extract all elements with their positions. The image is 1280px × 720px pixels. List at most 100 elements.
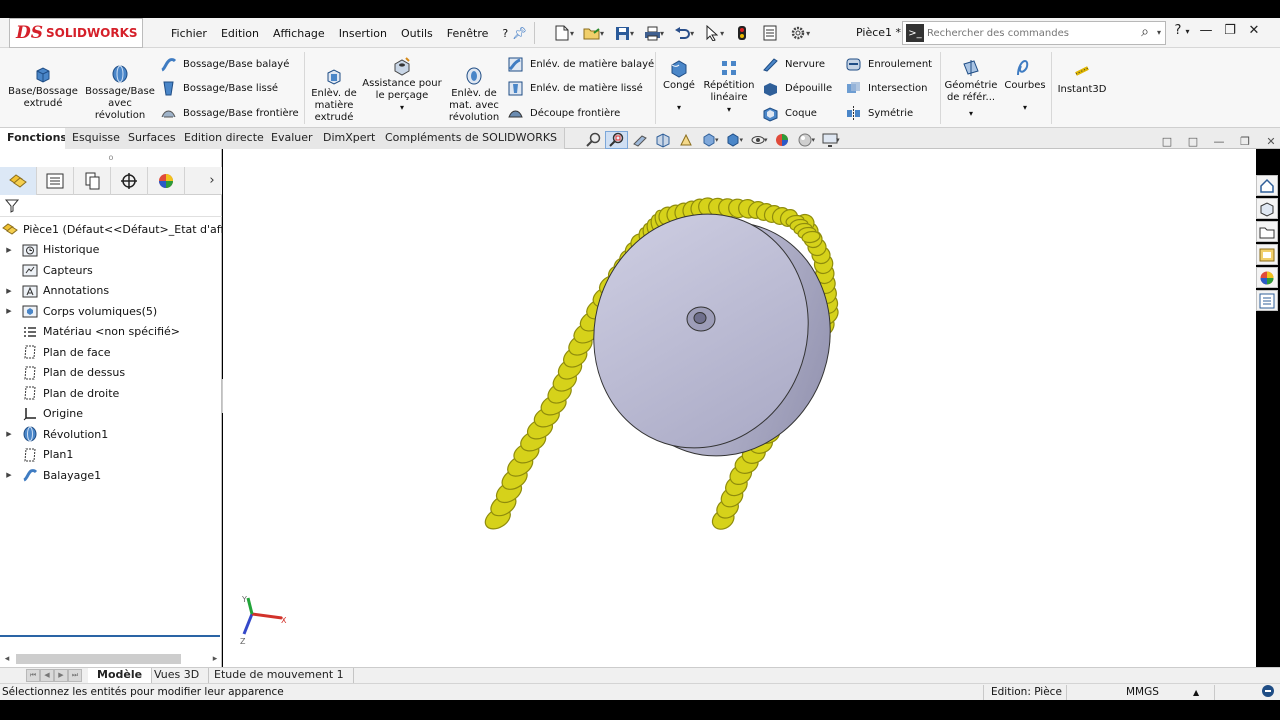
- expand-pane-icon[interactable]: □: [1154, 135, 1180, 148]
- previous-view-icon[interactable]: [628, 131, 651, 149]
- custom-properties-icon[interactable]: [1256, 290, 1278, 311]
- draft-button[interactable]: Dépouille: [762, 80, 832, 97]
- section-view-icon[interactable]: [651, 131, 674, 149]
- cut-revolve-button[interactable]: Enlèv. de mat. avec révolution: [446, 66, 502, 124]
- menu-insertion[interactable]: Insertion: [332, 27, 394, 40]
- tab-complements[interactable]: Compléments de SOLIDWORKS: [378, 128, 566, 149]
- sweep-boss-button[interactable]: Bossage/Base balayé: [160, 56, 289, 73]
- zoom-to-fit-icon[interactable]: [582, 131, 605, 149]
- intersect-button[interactable]: Intersection: [845, 80, 928, 97]
- hole-wizard-button[interactable]: Assistance pour le perçage ▾: [362, 56, 442, 114]
- tree-item[interactable]: Capteurs: [0, 260, 222, 281]
- viewport-restore-icon[interactable]: ❐: [1232, 135, 1258, 148]
- chevron-right-icon[interactable]: ›: [202, 167, 222, 194]
- chevron-down-icon[interactable]: ▾: [806, 29, 810, 38]
- chevron-down-icon[interactable]: ▾: [600, 29, 604, 38]
- configuration-manager-tab-icon[interactable]: [74, 167, 111, 195]
- revolve-boss-button[interactable]: Bossage/Base avec révolution: [84, 64, 156, 122]
- menu-fenetre[interactable]: Fenêtre: [440, 27, 496, 40]
- tree-item[interactable]: ▶ Corps volumiques(5): [0, 301, 222, 322]
- dynamic-annotation-icon[interactable]: [674, 131, 697, 149]
- model-scene[interactable]: [223, 149, 1256, 668]
- tree-item[interactable]: Matériau <non spécifié>: [0, 322, 222, 343]
- chevron-down-icon[interactable]: ▾: [944, 108, 998, 120]
- tree-item[interactable]: ▶ Historique: [0, 240, 222, 261]
- wrap-button[interactable]: Enroulement: [845, 56, 932, 73]
- tree-horizontal-scrollbar[interactable]: ◂ ▸: [0, 650, 222, 667]
- last-tab-icon[interactable]: ⏭: [68, 669, 82, 682]
- first-tab-icon[interactable]: ⏮: [26, 669, 40, 682]
- expand-arrow-icon[interactable]: ▶: [4, 430, 14, 438]
- chevron-down-icon[interactable]: ▾: [660, 102, 698, 114]
- menu-edition[interactable]: Edition: [214, 27, 266, 40]
- tree-item[interactable]: Origine: [0, 404, 222, 425]
- fillet-button[interactable]: Congé ▾: [660, 58, 698, 114]
- tab-edition-directe[interactable]: Edition directe: [177, 128, 272, 149]
- file-explorer-icon[interactable]: [1256, 221, 1278, 242]
- close-icon[interactable]: ✕: [1242, 23, 1266, 38]
- chevron-up-icon[interactable]: ▲: [1193, 688, 1199, 697]
- tab-modele[interactable]: Modèle: [88, 668, 153, 683]
- tree-item[interactable]: Plan1: [0, 445, 222, 466]
- scroll-thumb[interactable]: [16, 653, 181, 664]
- filter-icon[interactable]: [4, 198, 20, 214]
- next-tab-icon[interactable]: ▶: [54, 669, 68, 682]
- chevron-down-icon[interactable]: ▾: [362, 102, 442, 114]
- property-manager-tab-icon[interactable]: [37, 167, 74, 195]
- pin-menu-icon[interactable]: 📌︎: [512, 26, 527, 40]
- chevron-down-icon[interactable]: ▾: [764, 136, 768, 144]
- shell-button[interactable]: Coque: [762, 105, 817, 122]
- reference-geometry-button[interactable]: Géométrie de référ... ▾: [944, 58, 998, 120]
- tab-surfaces[interactable]: Surfaces: [121, 128, 184, 149]
- expand-arrow-icon[interactable]: ▶: [4, 246, 14, 254]
- chevron-down-icon[interactable]: ▾: [1186, 27, 1190, 36]
- expand-arrow-icon[interactable]: ▶: [4, 471, 14, 479]
- scroll-right-icon[interactable]: ▸: [208, 654, 222, 664]
- mirror-button[interactable]: Symétrie: [845, 105, 913, 122]
- tree-root-part[interactable]: Pièce1 (Défaut<<Défaut>_Etat d'afficha: [0, 219, 247, 240]
- split-pane-icon[interactable]: □: [1180, 135, 1206, 148]
- tree-item[interactable]: ▶ Balayage1: [0, 465, 222, 486]
- scroll-left-icon[interactable]: ◂: [0, 654, 14, 664]
- chevron-down-icon[interactable]: ▾: [700, 104, 758, 116]
- chevron-down-icon[interactable]: ▾: [715, 136, 719, 144]
- tab-esquisse[interactable]: Esquisse: [65, 128, 128, 149]
- chevron-down-icon[interactable]: ▾: [740, 136, 744, 144]
- linear-pattern-button[interactable]: Répétition linéaire ▾: [700, 58, 758, 116]
- loft-boss-button[interactable]: Bossage/Base lissé: [160, 80, 278, 97]
- appearances-icon[interactable]: [1256, 267, 1278, 288]
- feature-manager-tab-icon[interactable]: [0, 167, 37, 195]
- boundary-boss-button[interactable]: Bossage/Base frontière: [160, 105, 299, 122]
- menu-fichier[interactable]: Fichier: [164, 27, 214, 40]
- chevron-down-icon[interactable]: ▾: [660, 29, 664, 38]
- chevron-down-icon[interactable]: ▾: [836, 136, 840, 144]
- restore-icon[interactable]: ❐: [1218, 23, 1242, 38]
- menu-outils[interactable]: Outils: [394, 27, 440, 40]
- view-palette-icon[interactable]: [1256, 244, 1278, 265]
- chevron-down-icon[interactable]: ▾: [690, 29, 694, 38]
- rollback-bar[interactable]: [0, 635, 220, 637]
- tab-etude-de-mouvement[interactable]: Etude de mouvement 1: [205, 668, 354, 683]
- cut-extrude-button[interactable]: Enlèv. de matière extrudé: [308, 66, 360, 124]
- tree-item[interactable]: ▶ Annotations: [0, 281, 222, 302]
- display-manager-tab-icon[interactable]: [148, 167, 185, 195]
- search-input[interactable]: [927, 27, 1127, 39]
- tree-filter[interactable]: [0, 195, 222, 217]
- rebuild-status-icon[interactable]: [1261, 684, 1275, 701]
- unit-system-button[interactable]: MMGS: [1126, 686, 1159, 698]
- zoom-to-area-icon[interactable]: [605, 131, 628, 149]
- home-icon[interactable]: [1256, 175, 1278, 196]
- rebuild-icon[interactable]: [728, 22, 756, 44]
- chevron-down-icon[interactable]: ▾: [720, 29, 724, 38]
- chevron-down-icon[interactable]: ▾: [570, 29, 574, 38]
- expand-arrow-icon[interactable]: ▶: [4, 287, 14, 295]
- viewport-close-icon[interactable]: ✕: [1258, 135, 1280, 148]
- tab-vues-3d[interactable]: Vues 3D: [145, 668, 210, 683]
- boundary-cut-button[interactable]: Découpe frontière: [507, 105, 620, 122]
- chevron-down-icon[interactable]: ▾: [630, 29, 634, 38]
- help-icon[interactable]: ? ▾: [1170, 23, 1194, 38]
- tree-item[interactable]: Plan de face: [0, 342, 222, 363]
- tree-item[interactable]: Plan de dessus: [0, 363, 222, 384]
- minimize-icon[interactable]: —: [1194, 23, 1218, 38]
- chevron-down-icon[interactable]: ▾: [1157, 28, 1161, 37]
